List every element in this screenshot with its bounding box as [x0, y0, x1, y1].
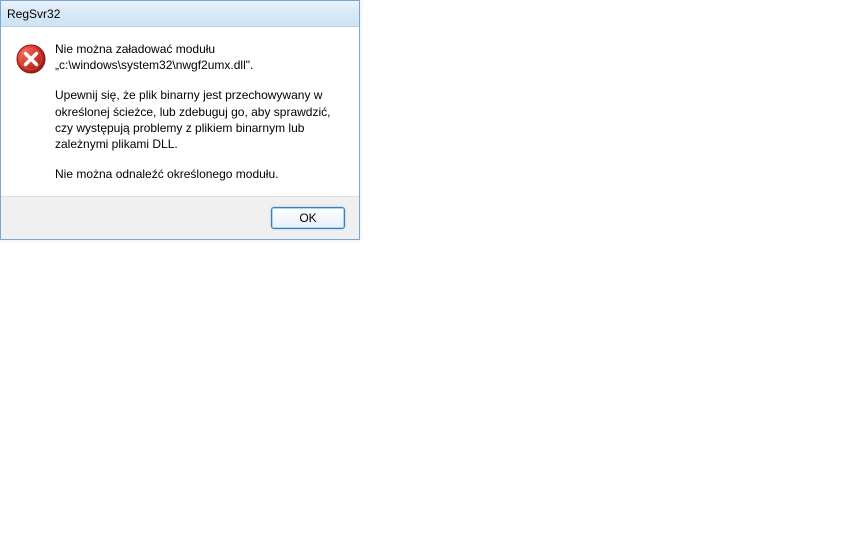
button-row: OK — [1, 196, 359, 239]
message-column: Nie można załadować modułu „c:\windows\s… — [55, 41, 343, 188]
error-icon — [15, 43, 47, 75]
dialog-title: RegSvr32 — [7, 7, 60, 21]
message-line-3: Nie można odnaleźć określonego modułu. — [55, 166, 343, 182]
titlebar[interactable]: RegSvr32 — [1, 1, 359, 27]
ok-button[interactable]: OK — [271, 207, 345, 229]
message-line-1: Nie można załadować modułu „c:\windows\s… — [55, 41, 343, 73]
icon-column — [15, 41, 55, 188]
message-line-2: Upewnij się, że plik binarny jest przech… — [55, 87, 343, 152]
error-dialog: RegSvr32 Nie można załadować modułu „c:\… — [0, 0, 360, 240]
dialog-body: Nie można załadować modułu „c:\windows\s… — [1, 27, 359, 196]
